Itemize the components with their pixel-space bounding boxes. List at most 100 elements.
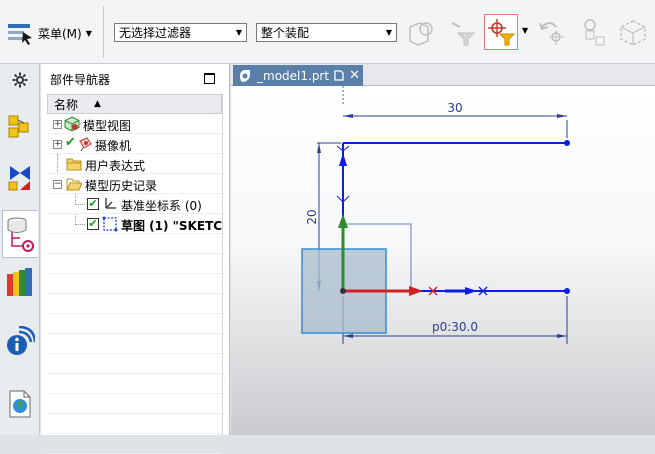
- panel-divider: [222, 94, 223, 435]
- filter-funnel-button[interactable]: [444, 14, 478, 50]
- menu-button[interactable]: 菜单(M) ▼: [6, 18, 92, 48]
- sketch-endpoint[interactable]: [564, 140, 570, 146]
- tab-label: _model1.prt: [257, 68, 330, 83]
- document-tab-bar: _model1.prt ✕: [231, 64, 655, 86]
- column-header-name[interactable]: 名称 ▲: [47, 94, 222, 114]
- tree-empty-row: [47, 234, 222, 254]
- main-toolbar: 菜单(M) ▼ 无选择过滤器 ▼ 整个装配 ▼ ▼: [0, 0, 655, 64]
- tree-node-datum-csys[interactable]: ✔ 基准坐标系 (0): [47, 194, 222, 214]
- tree-node-label: 模型视图: [83, 119, 132, 133]
- tree-node-label: 摄像机: [95, 139, 132, 153]
- gear-icon: [12, 72, 28, 88]
- resource-bar-reuse-library[interactable]: [2, 262, 38, 302]
- y-axis-arrowhead: [338, 214, 348, 228]
- tree-empty-row: [47, 294, 222, 314]
- visibility-checkbox[interactable]: ✔: [87, 218, 99, 230]
- toolbar-divider: [103, 6, 104, 58]
- resource-bar-settings[interactable]: [2, 68, 38, 92]
- close-icon[interactable]: ✕: [349, 68, 360, 83]
- tree-empty-row: [47, 314, 222, 334]
- tree-line: [75, 194, 85, 205]
- info-icon: [7, 326, 35, 355]
- maximize-icon[interactable]: [204, 73, 215, 84]
- panel-title: 部件导航器: [50, 73, 111, 87]
- chevron-down-icon[interactable]: ▼: [522, 26, 528, 35]
- tree-node-label: 模型历史记录: [85, 179, 158, 193]
- expand-plus-icon[interactable]: +: [53, 120, 62, 129]
- resource-bar-role-info[interactable]: [2, 322, 38, 362]
- tree-node-label: 草图 (1) "SKETCH_000": [121, 219, 222, 233]
- camera-icon: [79, 137, 92, 152]
- tree-empty-row: [47, 394, 222, 414]
- tree-empty-row: [47, 434, 222, 454]
- chevron-down-icon: ▼: [385, 28, 392, 37]
- origin-point[interactable]: [340, 288, 346, 294]
- part-navigator-panel: 部件导航器 名称 ▲ + 模型视图 + ✔ 摄像机 用户表达式 − 模型历史记录…: [41, 64, 230, 454]
- part-filter-button[interactable]: [404, 14, 438, 50]
- chevron-down-icon: ▼: [85, 28, 92, 38]
- dimension-arrow: [343, 114, 353, 118]
- sketch-canvas[interactable]: 30 20 p0:30.0: [231, 86, 655, 435]
- tree-line: [57, 154, 58, 173]
- snap-point-filter-button[interactable]: [484, 14, 518, 50]
- resource-bar-constraint-navigator[interactable]: [2, 158, 38, 198]
- tree-node-model-history[interactable]: − 模型历史记录: [47, 174, 222, 194]
- tree-node-sketch[interactable]: ✔ 草图 (1) "SKETCH_000": [47, 214, 222, 234]
- dimension-width-label[interactable]: 30: [447, 101, 462, 115]
- undo-icon: [539, 22, 564, 45]
- graphics-window[interactable]: 30 20 p0:30.0: [231, 86, 655, 435]
- dimension-arrow: [317, 143, 321, 153]
- tree-node-cameras[interactable]: + ✔ 摄像机: [47, 134, 222, 154]
- assembly-scope-value: 整个装配: [261, 26, 310, 40]
- part-file-icon: [240, 69, 250, 82]
- collapse-minus-icon[interactable]: −: [53, 180, 62, 189]
- part-filter-icon: [409, 22, 433, 46]
- column-header-label: 名称: [54, 97, 79, 112]
- open-folder-icon: [66, 178, 82, 191]
- component-point-button[interactable]: [576, 14, 610, 50]
- sort-ascending-icon: ▲: [94, 99, 101, 109]
- cube-icon: [620, 20, 646, 46]
- tree-empty-row: [47, 334, 222, 354]
- tree-node-model-views[interactable]: + 模型视图: [47, 114, 222, 134]
- model-views-icon: [64, 116, 80, 132]
- dimension-height-label[interactable]: 20: [305, 209, 319, 224]
- constraint-navigator-icon: [8, 166, 30, 191]
- funnel-icon: [451, 22, 476, 46]
- chevron-down-icon: ▼: [235, 28, 242, 37]
- part-navigator-icon: [7, 217, 34, 252]
- sketch-endpoint[interactable]: [564, 288, 570, 294]
- tree-empty-row: [47, 354, 222, 374]
- assembly-scope-dropdown[interactable]: 整个装配 ▼: [256, 23, 397, 42]
- tree-node-user-expressions[interactable]: 用户表达式: [47, 154, 222, 174]
- assembly-navigator-icon: [8, 115, 29, 138]
- snap-point-icon: [488, 19, 516, 46]
- folder-icon: [66, 158, 82, 171]
- selection-filter-dropdown[interactable]: 无选择过滤器 ▼: [114, 23, 247, 42]
- visibility-checkbox[interactable]: ✔: [87, 198, 99, 210]
- tree-empty-row: [47, 254, 222, 274]
- undo-snap-button[interactable]: [534, 14, 568, 50]
- tree-empty-row: [47, 374, 222, 394]
- edit-file-icon: [334, 70, 344, 81]
- component-point-icon: [584, 19, 605, 46]
- constraint-arrow: [339, 153, 347, 166]
- sketch-icon: [102, 216, 118, 232]
- x-axis-arrowhead: [409, 286, 423, 296]
- expand-plus-icon[interactable]: +: [53, 140, 62, 149]
- tree-empty-row: [47, 274, 222, 294]
- resource-bar-web-browser[interactable]: [2, 384, 38, 424]
- dimension-arrow: [343, 334, 353, 338]
- dimension-arrow: [557, 114, 567, 118]
- tree-node-label: 用户表达式: [85, 159, 146, 173]
- reuse-library-icon: [7, 268, 32, 296]
- resource-bar-part-navigator[interactable]: [2, 210, 38, 258]
- dimension-expression-label[interactable]: p0:30.0: [432, 320, 478, 334]
- tab-model1[interactable]: _model1.prt ✕: [233, 65, 363, 86]
- datum-csys-icon: [105, 198, 116, 209]
- web-document-icon: [9, 390, 31, 418]
- resource-bar-assembly-navigator[interactable]: [2, 106, 38, 146]
- view-cube-button[interactable]: [616, 14, 650, 50]
- tree-node-label: 基准坐标系 (0): [121, 199, 202, 213]
- dimension-arrow: [557, 334, 567, 338]
